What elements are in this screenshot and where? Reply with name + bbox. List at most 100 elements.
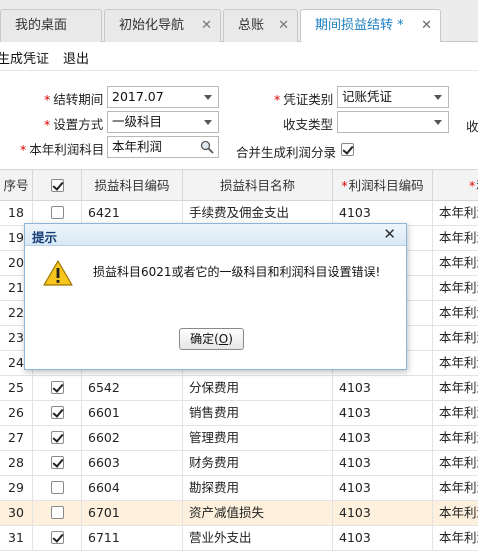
cell-code[interactable]: 6604 <box>82 476 183 500</box>
close-icon[interactable]: ✕ <box>278 10 289 42</box>
header-profit-name[interactable]: *利 <box>433 170 478 201</box>
cell-name[interactable]: 营业外支出 <box>183 526 333 550</box>
cell-code[interactable]: 6701 <box>82 501 183 525</box>
header-select-all <box>33 170 82 201</box>
select-all-checkbox[interactable] <box>51 179 64 192</box>
cell-name[interactable]: 勘探费用 <box>183 476 333 500</box>
cell-profit-name[interactable]: 本年利润 <box>433 351 478 375</box>
tab-period-profit-transfer[interactable]: 期间损益结转 * ✕ <box>300 9 441 43</box>
chevron-down-icon <box>434 95 442 100</box>
header-no: 序号 <box>0 170 33 201</box>
cell-profit-name[interactable]: 本年利润 <box>433 476 478 500</box>
table-row[interactable]: 30 6701资产减值损失4103本年利润 <box>0 501 478 526</box>
cell-profit-code[interactable]: 4103 <box>333 401 433 425</box>
ok-button[interactable]: 确定(O) <box>179 328 244 350</box>
cell-profit-name[interactable]: 本年利润 <box>433 376 478 400</box>
method-label: * 设置方式 <box>44 117 104 132</box>
close-icon[interactable]: ✕ <box>421 10 432 42</box>
close-icon[interactable]: ✕ <box>383 225 396 243</box>
tab-label: 总账 <box>238 18 265 33</box>
row-checkbox[interactable] <box>51 481 64 494</box>
income-type-select[interactable] <box>337 111 449 133</box>
cell-name[interactable]: 管理费用 <box>183 426 333 450</box>
cell-no[interactable]: 27 <box>0 426 33 450</box>
cell-profit-name[interactable]: 本年利润 <box>433 276 478 300</box>
merge-entries-checkbox[interactable] <box>341 143 354 156</box>
tab-general-ledger[interactable]: 总账 ✕ <box>223 9 298 42</box>
profit-account-input[interactable]: 本年利润 <box>107 136 219 158</box>
table-row[interactable]: 27 6602管理费用4103本年利润 <box>0 426 478 451</box>
tab-label: 初始化导航 <box>119 18 185 33</box>
method-select[interactable]: 一级科目 <box>107 111 219 133</box>
table-row[interactable]: 29 6604勘探费用4103本年利润 <box>0 476 478 501</box>
cell-profit-code[interactable]: 4103 <box>333 501 433 525</box>
chevron-down-icon <box>204 120 212 125</box>
cell-no[interactable]: 30 <box>0 501 33 525</box>
cut-off-label: 收 <box>466 119 478 134</box>
exit-button[interactable]: 退出 <box>63 48 89 67</box>
row-checkbox[interactable] <box>51 456 64 469</box>
cell-no[interactable]: 18 <box>0 201 33 225</box>
cell-no[interactable]: 25 <box>0 376 33 400</box>
row-checkbox[interactable] <box>51 381 64 394</box>
row-checkbox[interactable] <box>51 206 64 219</box>
period-select[interactable]: 2017.07 <box>107 86 219 108</box>
cell-no[interactable]: 31 <box>0 526 33 550</box>
cell-profit-name[interactable]: 本年利润 <box>433 301 478 325</box>
voucher-type-select[interactable]: 记账凭证 <box>337 86 449 108</box>
alert-dialog: 提示 ✕ 损益科目6021或者它的一级科目和利润科目设置错误! 确定(O) <box>24 223 407 370</box>
cell-code[interactable]: 6421 <box>82 201 183 225</box>
ok-label: 确定( <box>190 332 219 346</box>
cell-no[interactable]: 29 <box>0 476 33 500</box>
cell-select <box>33 526 82 550</box>
cell-profit-code[interactable]: 4103 <box>333 526 433 550</box>
tab-my-desktop[interactable]: 我的桌面 <box>0 9 102 42</box>
cell-select <box>33 201 82 225</box>
cell-code[interactable]: 6542 <box>82 376 183 400</box>
header-name[interactable]: 损益科目名称 <box>183 170 333 201</box>
header-profit-code[interactable]: *利润科目编码 <box>333 170 433 201</box>
table-row[interactable]: 26 6601销售费用4103本年利润 <box>0 401 478 426</box>
cell-name[interactable]: 资产减值损失 <box>183 501 333 525</box>
cell-profit-code[interactable]: 4103 <box>333 451 433 475</box>
row-checkbox[interactable] <box>51 531 64 544</box>
cell-profit-name[interactable]: 本年利润 <box>433 326 478 350</box>
tab-label: 我的桌面 <box>15 18 68 33</box>
cell-profit-name[interactable]: 本年利润 <box>433 501 478 525</box>
cell-profit-name[interactable]: 本年利润 <box>433 401 478 425</box>
search-icon[interactable] <box>200 140 214 154</box>
cell-profit-name[interactable]: 本年利润 <box>433 251 478 275</box>
cell-profit-code[interactable]: 4103 <box>333 201 433 225</box>
ok-suffix: ) <box>228 332 233 346</box>
cell-profit-name[interactable]: 本年利润 <box>433 526 478 550</box>
cell-name[interactable]: 分保费用 <box>183 376 333 400</box>
voucher-type-label-text: 凭证类别 <box>283 92 334 107</box>
cell-name[interactable]: 财务费用 <box>183 451 333 475</box>
table-row[interactable]: 25 6542分保费用4103本年利润 <box>0 376 478 401</box>
cell-code[interactable]: 6603 <box>82 451 183 475</box>
header-code[interactable]: 损益科目编码 <box>82 170 183 201</box>
generate-voucher-button[interactable]: 生成凭证 <box>0 48 49 67</box>
cell-profit-code[interactable]: 4103 <box>333 376 433 400</box>
cell-name[interactable]: 手续费及佣金支出 <box>183 201 333 225</box>
cell-profit-name[interactable]: 本年利润 <box>433 426 478 450</box>
close-icon[interactable]: ✕ <box>201 10 212 42</box>
cell-profit-name[interactable]: 本年利润 <box>433 226 478 250</box>
row-checkbox[interactable] <box>51 431 64 444</box>
cell-no[interactable]: 26 <box>0 401 33 425</box>
cell-profit-name[interactable]: 本年利润 <box>433 201 478 225</box>
tab-init-navigation[interactable]: 初始化导航 ✕ <box>104 9 221 42</box>
cell-profit-code[interactable]: 4103 <box>333 476 433 500</box>
cell-code[interactable]: 6601 <box>82 401 183 425</box>
cell-name[interactable]: 销售费用 <box>183 401 333 425</box>
cell-no[interactable]: 28 <box>0 451 33 475</box>
table-row[interactable]: 31 6711营业外支出4103本年利润 <box>0 526 478 551</box>
cell-code[interactable]: 6711 <box>82 526 183 550</box>
cell-profit-code[interactable]: 4103 <box>333 426 433 450</box>
row-checkbox[interactable] <box>51 506 64 519</box>
method-value: 一级科目 <box>112 114 163 129</box>
row-checkbox[interactable] <box>51 406 64 419</box>
cell-profit-name[interactable]: 本年利润 <box>433 451 478 475</box>
table-row[interactable]: 28 6603财务费用4103本年利润 <box>0 451 478 476</box>
cell-code[interactable]: 6602 <box>82 426 183 450</box>
